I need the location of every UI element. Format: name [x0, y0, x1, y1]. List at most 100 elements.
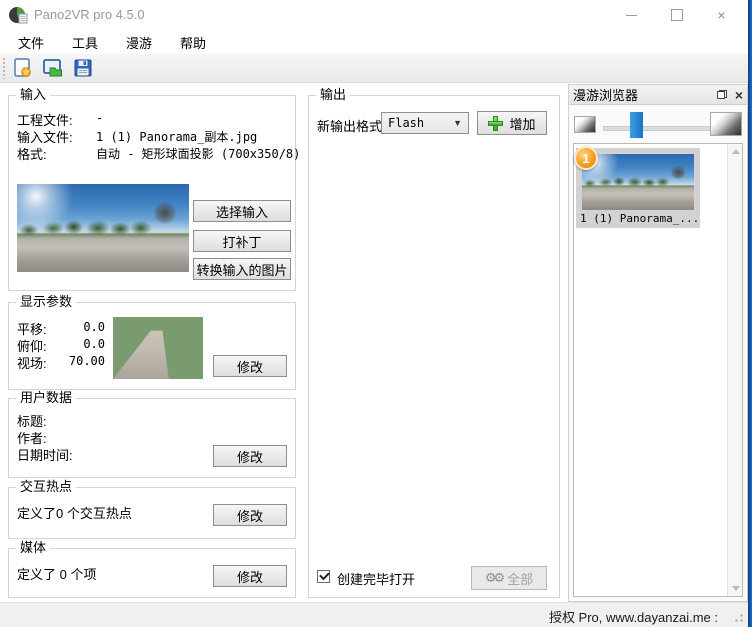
output-groupbox: 输出 新输出格式: Flash ▼ 增加 创建完毕打开 ⚙⚙ 全部: [308, 95, 560, 598]
panorama-item-thumbnail: [582, 154, 694, 210]
toolbar-drag-handle[interactable]: [2, 57, 6, 79]
minimize-icon: [626, 15, 637, 16]
chevron-down-icon: ▼: [453, 118, 462, 128]
generate-all-button[interactable]: ⚙⚙ 全部: [471, 566, 547, 590]
license-status-text: 授权 Pro, www.dayanzai.me :: [549, 607, 718, 626]
modify-media-button[interactable]: 修改: [213, 565, 287, 587]
convert-input-label: 转换输入的图片: [196, 260, 287, 279]
media-summary: 定义了 0 个项: [17, 564, 96, 583]
output-format-value: Flash: [388, 116, 424, 130]
thumbnail-zoom-track[interactable]: [603, 126, 711, 131]
output-format-select[interactable]: Flash ▼: [381, 112, 469, 134]
close-icon: ×: [717, 7, 725, 23]
convert-input-button[interactable]: 转换输入的图片: [193, 258, 291, 280]
window-title: Pano2VR pro 4.5.0: [34, 7, 145, 22]
thumbnail-zoom-slider[interactable]: [630, 112, 643, 138]
datetime-field-label: 日期时间:: [17, 445, 73, 464]
format-row: 格式:: [17, 144, 47, 163]
menu-help[interactable]: 帮助: [170, 30, 216, 55]
pan-value: 0.0: [59, 320, 105, 334]
project-file-value: -: [96, 111, 103, 125]
scroll-down-icon[interactable]: [728, 581, 743, 596]
input-file-value: 1 (1) Panorama_副本.jpg: [96, 128, 257, 145]
panorama-number-badge: 1: [574, 146, 598, 170]
display-params-title: 显示参数: [16, 295, 76, 309]
desktop-background-strip: [748, 0, 752, 627]
toolbar: [0, 54, 748, 83]
new-project-button[interactable]: [10, 56, 36, 80]
open-project-icon: [42, 57, 64, 79]
modify-media-label: 修改: [237, 567, 263, 586]
scroll-up-icon[interactable]: [728, 144, 743, 159]
menubar: 文件 工具 漫游 帮助: [0, 30, 748, 54]
fov-label: 视场:: [17, 353, 47, 372]
patch-button[interactable]: 打补丁: [193, 230, 291, 252]
open-project-button[interactable]: [40, 56, 66, 80]
panorama-list-item[interactable]: 1 1 (1) Panorama_...: [576, 148, 700, 228]
window-titlebar: Pano2VR pro 4.5.0 ×: [0, 0, 748, 30]
media-title: 媒体: [16, 541, 50, 555]
app-icon: [8, 5, 28, 25]
maximize-icon: [671, 9, 683, 21]
input-groupbox: 输入 工程文件: - 输入文件: 1 (1) Panorama_副本.jpg 格…: [8, 95, 296, 291]
modify-hotspots-button[interactable]: 修改: [213, 504, 287, 526]
select-input-label: 选择输入: [216, 202, 268, 221]
output-title: 输出: [316, 88, 350, 102]
save-project-button[interactable]: [70, 56, 96, 80]
list-scrollbar[interactable]: [727, 144, 742, 596]
user-data-title: 用户数据: [16, 391, 76, 405]
input-panorama-preview: [17, 184, 189, 272]
media-groupbox: 媒体 定义了 0 个项 修改: [8, 548, 296, 598]
patch-label: 打补丁: [222, 232, 261, 251]
modify-hotspots-label: 修改: [237, 506, 263, 525]
hotspots-groupbox: 交互热点 定义了0 个交互热点 修改: [8, 487, 296, 539]
zoom-in-thumbnail-icon: [710, 112, 742, 136]
close-button[interactable]: ×: [699, 0, 744, 30]
modify-display-label: 修改: [237, 357, 263, 376]
format-value: 自动 - 矩形球面投影 (700x350/8): [96, 145, 300, 162]
zoom-out-thumbnail-icon: [574, 116, 596, 133]
thumbnail-zoom-row: [569, 109, 747, 139]
resize-grip[interactable]: [732, 611, 744, 623]
menu-file[interactable]: 文件: [8, 30, 54, 55]
panorama-list[interactable]: 1 1 (1) Panorama_...: [573, 143, 743, 597]
plus-icon: [488, 116, 503, 131]
checkmark-icon: [319, 570, 330, 581]
open-after-checkbox[interactable]: [317, 570, 330, 583]
maximize-button[interactable]: [654, 0, 699, 30]
tour-browser-title: 漫游浏览器: [573, 85, 638, 104]
menu-tour[interactable]: 漫游: [116, 30, 162, 55]
view-preview: [113, 317, 203, 379]
save-project-icon: [72, 57, 94, 79]
open-after-label: 创建完毕打开: [337, 569, 415, 588]
minimize-button[interactable]: [609, 0, 654, 30]
new-project-icon: [12, 57, 34, 79]
generate-all-label: 全部: [507, 569, 533, 588]
view-preview-path: [113, 317, 203, 379]
select-input-button[interactable]: 选择输入: [193, 200, 291, 222]
tilt-value: 0.0: [59, 337, 105, 351]
modify-user-data-button[interactable]: 修改: [213, 445, 287, 467]
statusbar: 授权 Pro, www.dayanzai.me :: [0, 602, 748, 627]
modify-display-button[interactable]: 修改: [213, 355, 287, 377]
add-output-button[interactable]: 增加: [477, 111, 547, 135]
format-label: 格式:: [17, 147, 47, 162]
input-file-label: 输入文件:: [17, 130, 73, 145]
close-panel-icon[interactable]: ×: [735, 88, 743, 102]
input-group-title: 输入: [16, 88, 50, 102]
fov-value: 70.00: [59, 354, 105, 368]
panorama-item-label: 1 (1) Panorama_...: [580, 212, 699, 225]
hotspots-summary: 定义了0 个交互热点: [17, 503, 132, 522]
tour-browser-titlebar[interactable]: 漫游浏览器 ×: [569, 85, 747, 105]
user-data-groupbox: 用户数据 标题: 作者: 日期时间: 修改: [8, 398, 296, 478]
add-output-label: 增加: [509, 114, 535, 133]
menu-tools[interactable]: 工具: [62, 30, 108, 55]
modify-user-data-label: 修改: [237, 447, 263, 466]
float-panel-icon[interactable]: [717, 90, 727, 99]
tour-browser-panel: 漫游浏览器 × 1 1 (1) Panorama_...: [568, 84, 748, 602]
hotspots-title: 交互热点: [16, 480, 76, 494]
output-format-label: 新输出格式:: [317, 116, 386, 135]
display-params-groupbox: 显示参数 平移: 0.0 俯仰: 0.0 视场: 70.00 修改: [8, 302, 296, 390]
project-file-label: 工程文件:: [17, 113, 73, 128]
gears-icon: ⚙⚙: [485, 570, 502, 586]
